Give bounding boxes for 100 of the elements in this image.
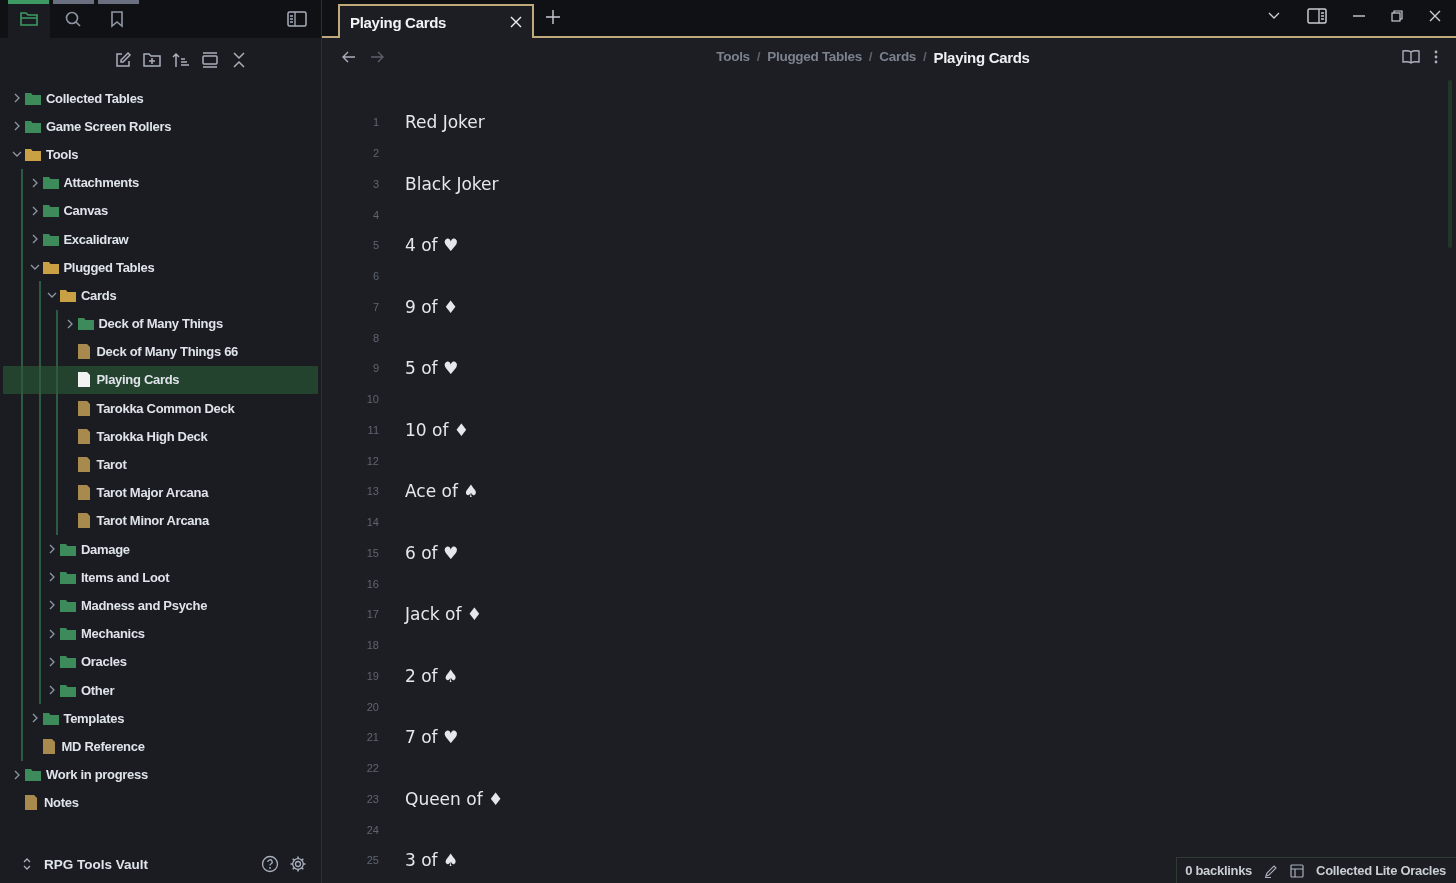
folder-item[interactable]: Mechanics xyxy=(3,619,318,648)
line-number: 9 xyxy=(371,362,379,375)
folder-item[interactable]: Game Screen Rollers xyxy=(3,112,318,141)
file-item[interactable]: Notes xyxy=(3,788,318,817)
folder-item[interactable]: Items and Loot xyxy=(3,563,318,592)
line-number: 16 xyxy=(365,577,379,590)
line-text: 6 of ♥ xyxy=(405,542,459,563)
more-options-icon[interactable] xyxy=(1434,50,1438,64)
folder-item[interactable]: Madness and Psyche xyxy=(3,591,318,620)
help-icon[interactable] xyxy=(261,855,279,873)
caret-icon xyxy=(48,600,56,611)
new-folder-icon[interactable] xyxy=(142,51,161,69)
folder-item[interactable]: Plugged Tables xyxy=(3,253,318,282)
caret-icon xyxy=(30,177,39,188)
folder-item[interactable]: Excalidraw xyxy=(3,224,318,254)
tree-label: Attachments xyxy=(63,175,139,191)
folder-icon xyxy=(60,570,76,584)
file-item[interactable]: Tarot Major Arcana xyxy=(3,478,318,507)
breadcrumb-item[interactable]: Plugged Tables xyxy=(767,48,862,66)
tree-label: Playing Cards xyxy=(96,372,180,388)
file-item[interactable]: Tarokka High Deck xyxy=(3,422,318,451)
new-tab-icon[interactable] xyxy=(546,10,560,24)
folder-icon xyxy=(77,317,94,331)
backlinks-count[interactable]: 0 backlinks xyxy=(1185,863,1253,878)
file-item[interactable]: Tarot Minor Arcana xyxy=(3,506,318,535)
folder-item[interactable]: Work in progress xyxy=(3,760,318,789)
document-icon xyxy=(77,344,90,360)
folder-item[interactable]: Deck of Many Things xyxy=(3,309,318,338)
file-item[interactable]: MD Reference xyxy=(3,732,318,761)
sidebar-toggle-icon[interactable] xyxy=(287,11,307,27)
line-number: 12 xyxy=(365,454,379,467)
file-item[interactable]: Playing Cards xyxy=(3,365,318,395)
switch-vault-icon[interactable] xyxy=(22,857,32,871)
line-number: 22 xyxy=(365,762,379,775)
line-text: 5 of ♥ xyxy=(405,358,459,379)
note-tab[interactable]: Playing Cards xyxy=(338,4,534,38)
folder-icon xyxy=(60,598,76,612)
folder-icon xyxy=(42,232,59,246)
caret-icon xyxy=(65,318,74,329)
settings-icon[interactable] xyxy=(289,855,307,873)
right-sidebar-icon[interactable] xyxy=(1307,8,1327,24)
line-number: 23 xyxy=(365,792,379,805)
line-number: 2 xyxy=(371,147,379,160)
book-icon[interactable] xyxy=(1402,49,1420,65)
caret-icon xyxy=(48,656,56,667)
file-item[interactable]: Deck of Many Things 66 xyxy=(3,337,318,366)
close-icon[interactable] xyxy=(510,16,522,28)
caret-icon xyxy=(12,150,22,159)
line-number: 25 xyxy=(365,854,379,867)
line-number: 18 xyxy=(365,639,379,652)
folder-icon xyxy=(60,542,76,556)
caret-icon xyxy=(30,234,39,245)
line-text: 9 of ♦ xyxy=(405,296,459,317)
caret-icon xyxy=(13,769,21,780)
folder-item[interactable]: Damage xyxy=(3,535,318,564)
chevron-down-icon[interactable] xyxy=(1267,11,1281,21)
breadcrumb-item[interactable]: Tools xyxy=(716,48,750,66)
file-item[interactable]: Tarokka Common Deck xyxy=(3,394,318,423)
layout-icon[interactable] xyxy=(1290,863,1305,878)
close-window-icon[interactable] xyxy=(1429,10,1441,22)
breadcrumb-item[interactable]: Cards xyxy=(879,48,917,66)
folder-item[interactable]: Oracles xyxy=(3,647,318,676)
restore-icon[interactable] xyxy=(1391,10,1403,22)
tree-label: Tools xyxy=(46,146,79,162)
folder-item[interactable]: Collected Tables xyxy=(3,84,318,113)
forward-icon[interactable] xyxy=(370,51,384,63)
layout-name[interactable]: Collected Lite Oracles xyxy=(1316,863,1446,878)
folder-item[interactable]: Canvas xyxy=(3,196,318,225)
pencil-icon[interactable] xyxy=(1264,863,1279,878)
auto-reveal-icon[interactable] xyxy=(200,51,219,69)
tree-label: Tarokka Common Deck xyxy=(96,400,235,416)
line-text: Queen of ♦ xyxy=(405,788,504,809)
new-note-icon[interactable] xyxy=(113,51,132,69)
tree-label: Tarot Major Arcana xyxy=(96,485,209,501)
tree-label: Mechanics xyxy=(81,626,145,642)
file-item[interactable]: Tarot xyxy=(3,450,318,479)
line-number: 14 xyxy=(365,516,379,529)
line-text: 3 of ♠ xyxy=(405,850,459,871)
sort-icon[interactable] xyxy=(171,51,190,69)
folder-icon xyxy=(25,119,41,133)
caret-icon xyxy=(13,121,21,132)
folder-icon xyxy=(42,204,59,218)
caret-icon xyxy=(48,628,56,639)
folder-icon xyxy=(60,655,76,669)
folder-item[interactable]: Tools xyxy=(3,140,318,169)
folder-icon xyxy=(25,91,41,105)
folder-item[interactable]: Other xyxy=(3,675,318,705)
document-icon xyxy=(77,428,90,444)
vault-name[interactable]: RPG Tools Vault xyxy=(44,856,148,872)
line-text: 2 of ♠ xyxy=(405,665,459,686)
line-number: 20 xyxy=(365,700,379,713)
breadcrumb-current[interactable]: Playing Cards xyxy=(933,48,1030,66)
folder-item[interactable]: Cards xyxy=(3,281,318,310)
folder-item[interactable]: Attachments xyxy=(3,168,318,197)
tree-label: Madness and Psyche xyxy=(81,597,208,613)
bookmark-icon xyxy=(110,10,124,28)
folder-item[interactable]: Templates xyxy=(3,704,318,733)
tree-label: Plugged Tables xyxy=(63,259,155,275)
back-icon[interactable] xyxy=(342,51,356,63)
folder-icon xyxy=(42,711,59,725)
